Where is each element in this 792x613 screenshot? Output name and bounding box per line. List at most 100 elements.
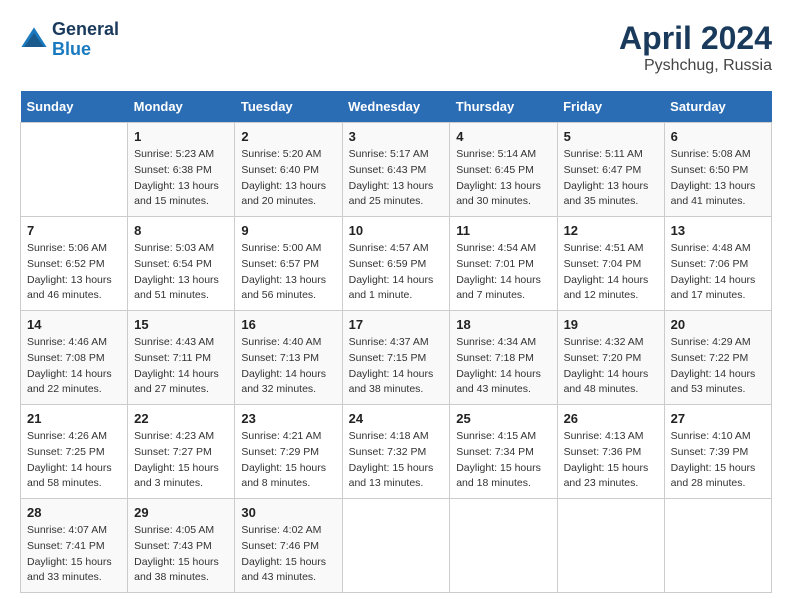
header-cell-thursday: Thursday: [450, 91, 557, 123]
header-cell-friday: Friday: [557, 91, 664, 123]
calendar-cell: 28 Sunrise: 4:07 AM Sunset: 7:41 PM Dayli…: [21, 499, 128, 593]
calendar-cell: 13 Sunrise: 4:48 AM Sunset: 7:06 PM Dayli…: [664, 217, 771, 311]
day-info: Sunrise: 5:08 AM Sunset: 6:50 PM Dayligh…: [671, 147, 765, 210]
day-info: Sunrise: 4:43 AM Sunset: 7:11 PM Dayligh…: [134, 335, 228, 398]
day-number: 28: [27, 505, 121, 520]
day-info: Sunrise: 4:54 AM Sunset: 7:01 PM Dayligh…: [456, 241, 550, 304]
day-info: Sunrise: 5:17 AM Sunset: 6:43 PM Dayligh…: [349, 147, 444, 210]
calendar-cell: [664, 499, 771, 593]
calendar-cell: 29 Sunrise: 4:05 AM Sunset: 7:43 PM Dayli…: [128, 499, 235, 593]
calendar-cell: 6 Sunrise: 5:08 AM Sunset: 6:50 PM Daylig…: [664, 123, 771, 217]
calendar-cell: 27 Sunrise: 4:10 AM Sunset: 7:39 PM Dayli…: [664, 405, 771, 499]
calendar-cell: 16 Sunrise: 4:40 AM Sunset: 7:13 PM Dayli…: [235, 311, 342, 405]
header-cell-sunday: Sunday: [21, 91, 128, 123]
calendar-cell: 19Sunrise: 4:32 AM Sunset: 7:20 PM Dayli…: [557, 311, 664, 405]
month-title: April 2024: [619, 20, 772, 57]
header-cell-monday: Monday: [128, 91, 235, 123]
day-number: 6: [671, 129, 765, 144]
day-info: Sunrise: 4:26 AM Sunset: 7:25 PM Dayligh…: [27, 429, 121, 492]
day-info: Sunrise: 5:14 AM Sunset: 6:45 PM Dayligh…: [456, 147, 550, 210]
day-number: 1: [134, 129, 228, 144]
day-info: Sunrise: 4:46 AM Sunset: 7:08 PM Dayligh…: [27, 335, 121, 398]
calendar-cell: 15 Sunrise: 4:43 AM Sunset: 7:11 PM Dayli…: [128, 311, 235, 405]
day-number: 17: [349, 317, 444, 332]
day-info: Sunrise: 4:23 AM Sunset: 7:27 PM Dayligh…: [134, 429, 228, 492]
day-info: Sunrise: 4:07 AM Sunset: 7:41 PM Dayligh…: [27, 523, 121, 586]
calendar-cell: 4 Sunrise: 5:14 AM Sunset: 6:45 PM Daylig…: [450, 123, 557, 217]
calendar-cell: 26Sunrise: 4:13 AM Sunset: 7:36 PM Dayli…: [557, 405, 664, 499]
calendar-cell: 18 Sunrise: 4:34 AM Sunset: 7:18 PM Dayli…: [450, 311, 557, 405]
calendar-cell: 11 Sunrise: 4:54 AM Sunset: 7:01 PM Dayli…: [450, 217, 557, 311]
logo-text: General Blue: [52, 20, 119, 60]
day-info: Sunrise: 4:21 AM Sunset: 7:29 PM Dayligh…: [241, 429, 335, 492]
day-number: 11: [456, 223, 550, 238]
header-row: SundayMondayTuesdayWednesdayThursdayFrid…: [21, 91, 772, 123]
calendar-cell: 20 Sunrise: 4:29 AM Sunset: 7:22 PM Dayli…: [664, 311, 771, 405]
day-info: Sunrise: 4:05 AM Sunset: 7:43 PM Dayligh…: [134, 523, 228, 586]
logo: General Blue: [20, 20, 119, 60]
day-number: 16: [241, 317, 335, 332]
header-cell-wednesday: Wednesday: [342, 91, 450, 123]
day-info: Sunrise: 4:10 AM Sunset: 7:39 PM Dayligh…: [671, 429, 765, 492]
day-info: Sunrise: 4:40 AM Sunset: 7:13 PM Dayligh…: [241, 335, 335, 398]
calendar-cell: 1 Sunrise: 5:23 AM Sunset: 6:38 PM Daylig…: [128, 123, 235, 217]
calendar-cell: 25 Sunrise: 4:15 AM Sunset: 7:34 PM Dayli…: [450, 405, 557, 499]
header-cell-tuesday: Tuesday: [235, 91, 342, 123]
calendar-cell: 3 Sunrise: 5:17 AM Sunset: 6:43 PM Daylig…: [342, 123, 450, 217]
calendar-cell: 22 Sunrise: 4:23 AM Sunset: 7:27 PM Dayli…: [128, 405, 235, 499]
day-info: Sunrise: 4:57 AM Sunset: 6:59 PM Dayligh…: [349, 241, 444, 304]
day-info: Sunrise: 4:34 AM Sunset: 7:18 PM Dayligh…: [456, 335, 550, 398]
calendar-cell: 30Sunrise: 4:02 AM Sunset: 7:46 PM Dayli…: [235, 499, 342, 593]
calendar-cell: 9 Sunrise: 5:00 AM Sunset: 6:57 PM Daylig…: [235, 217, 342, 311]
day-number: 20: [671, 317, 765, 332]
calendar-cell: 24Sunrise: 4:18 AM Sunset: 7:32 PM Dayli…: [342, 405, 450, 499]
day-number: 3: [349, 129, 444, 144]
week-row-0: 1 Sunrise: 5:23 AM Sunset: 6:38 PM Daylig…: [21, 123, 772, 217]
day-number: 18: [456, 317, 550, 332]
calendar-table: SundayMondayTuesdayWednesdayThursdayFrid…: [20, 91, 772, 593]
calendar-cell: 10Sunrise: 4:57 AM Sunset: 6:59 PM Dayli…: [342, 217, 450, 311]
week-row-2: 14 Sunrise: 4:46 AM Sunset: 7:08 PM Dayli…: [21, 311, 772, 405]
week-row-3: 21Sunrise: 4:26 AM Sunset: 7:25 PM Dayli…: [21, 405, 772, 499]
calendar-cell: 2Sunrise: 5:20 AM Sunset: 6:40 PM Daylig…: [235, 123, 342, 217]
day-number: 22: [134, 411, 228, 426]
day-number: 24: [349, 411, 444, 426]
calendar-cell: [557, 499, 664, 593]
day-number: 9: [241, 223, 335, 238]
day-number: 14: [27, 317, 121, 332]
day-number: 19: [564, 317, 658, 332]
day-number: 27: [671, 411, 765, 426]
day-number: 29: [134, 505, 228, 520]
day-info: Sunrise: 5:00 AM Sunset: 6:57 PM Dayligh…: [241, 241, 335, 304]
day-number: 8: [134, 223, 228, 238]
day-info: Sunrise: 5:06 AM Sunset: 6:52 PM Dayligh…: [27, 241, 121, 304]
calendar-body: 1 Sunrise: 5:23 AM Sunset: 6:38 PM Daylig…: [21, 123, 772, 593]
day-number: 25: [456, 411, 550, 426]
day-number: 2: [241, 129, 335, 144]
calendar-cell: 12 Sunrise: 4:51 AM Sunset: 7:04 PM Dayli…: [557, 217, 664, 311]
day-info: Sunrise: 4:29 AM Sunset: 7:22 PM Dayligh…: [671, 335, 765, 398]
calendar-cell: 14 Sunrise: 4:46 AM Sunset: 7:08 PM Dayli…: [21, 311, 128, 405]
day-info: Sunrise: 5:03 AM Sunset: 6:54 PM Dayligh…: [134, 241, 228, 304]
page-header: General Blue April 2024 Pyshchug, Russia: [20, 20, 772, 75]
day-info: Sunrise: 4:37 AM Sunset: 7:15 PM Dayligh…: [349, 335, 444, 398]
calendar-cell: [450, 499, 557, 593]
week-row-4: 28 Sunrise: 4:07 AM Sunset: 7:41 PM Dayli…: [21, 499, 772, 593]
day-info: Sunrise: 4:48 AM Sunset: 7:06 PM Dayligh…: [671, 241, 765, 304]
day-number: 4: [456, 129, 550, 144]
day-number: 12: [564, 223, 658, 238]
day-number: 13: [671, 223, 765, 238]
calendar-cell: 8 Sunrise: 5:03 AM Sunset: 6:54 PM Daylig…: [128, 217, 235, 311]
logo-icon: [20, 26, 48, 54]
calendar-header: SundayMondayTuesdayWednesdayThursdayFrid…: [21, 91, 772, 123]
title-block: April 2024 Pyshchug, Russia: [619, 20, 772, 75]
day-number: 15: [134, 317, 228, 332]
day-number: 26: [564, 411, 658, 426]
day-number: 5: [564, 129, 658, 144]
day-info: Sunrise: 4:51 AM Sunset: 7:04 PM Dayligh…: [564, 241, 658, 304]
calendar-cell: [342, 499, 450, 593]
calendar-cell: 5Sunrise: 5:11 AM Sunset: 6:47 PM Daylig…: [557, 123, 664, 217]
day-info: Sunrise: 5:23 AM Sunset: 6:38 PM Dayligh…: [134, 147, 228, 210]
header-cell-saturday: Saturday: [664, 91, 771, 123]
day-info: Sunrise: 4:15 AM Sunset: 7:34 PM Dayligh…: [456, 429, 550, 492]
